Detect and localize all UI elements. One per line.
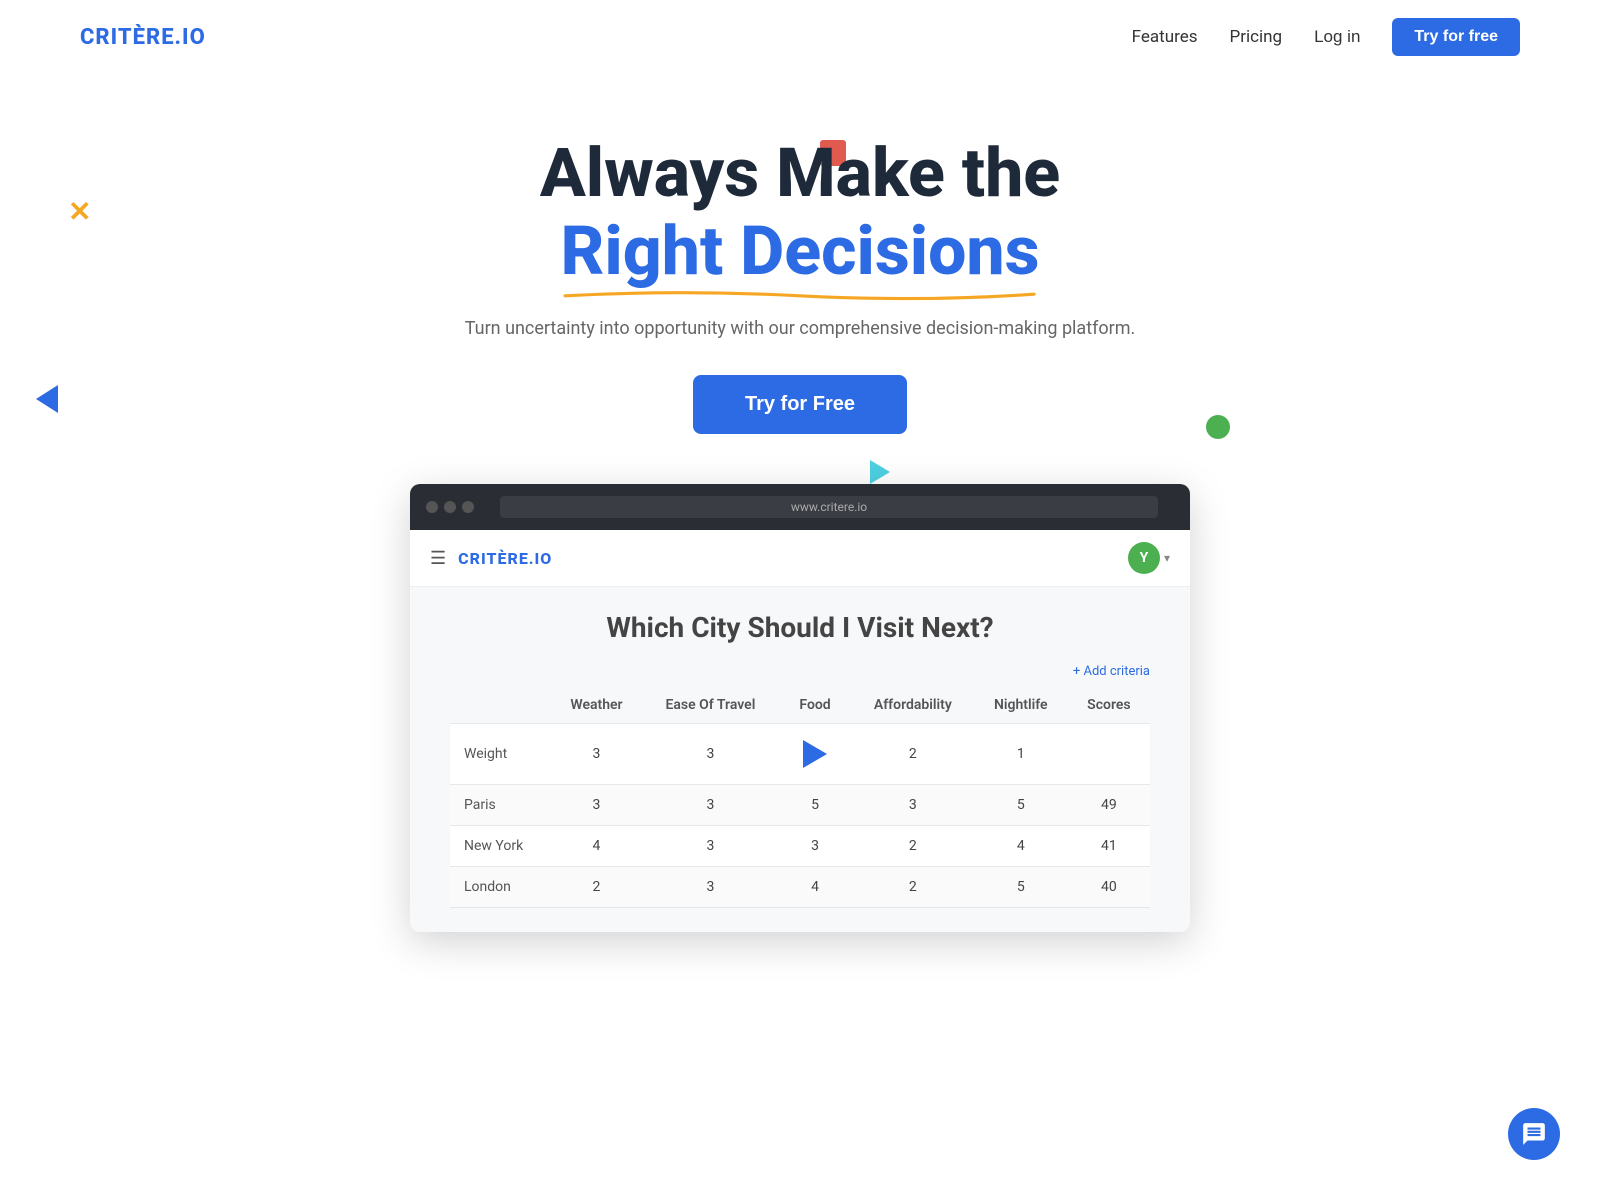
col-header-label	[450, 687, 550, 724]
browser-dot-2	[444, 501, 456, 513]
row-cell: 49	[1068, 785, 1150, 826]
chat-support-button[interactable]	[1508, 1108, 1560, 1160]
browser-bar: www.critere.io	[410, 484, 1190, 530]
col-header-food: Food	[778, 687, 852, 724]
row-cell: 3	[550, 724, 642, 785]
col-header-afford: Affordability	[852, 687, 974, 724]
table-row: Paris3353549	[450, 785, 1150, 826]
browser-url-bar: www.critere.io	[500, 496, 1158, 518]
row-label: Weight	[450, 724, 550, 785]
browser-dots	[426, 501, 474, 513]
hero-underline-wrap: Right Decisions	[560, 212, 1039, 290]
add-criteria-button[interactable]: + Add criteria	[450, 664, 1150, 679]
row-cell: 5	[974, 867, 1068, 908]
row-cell: 5	[974, 785, 1068, 826]
row-cell: 3	[643, 724, 779, 785]
app-navbar: ☰ CRITÈRE.io Y ▾	[410, 530, 1190, 587]
nav-right: Features Pricing Log in Try for free	[1132, 18, 1520, 56]
navbar: CRITÈRE.io Features Pricing Log in Try f…	[0, 0, 1600, 74]
hero-heading: Always Make the Right Decisions	[80, 134, 1520, 290]
row-cell: 3	[550, 785, 642, 826]
hero-section: Always Make the Right Decisions Turn unc…	[0, 74, 1600, 972]
underline-svg	[560, 288, 1039, 302]
play-triangle-icon	[803, 740, 827, 768]
row-cell: 2	[852, 724, 974, 785]
play-button[interactable]	[797, 736, 833, 772]
chat-icon	[1521, 1121, 1547, 1147]
row-cell	[778, 724, 852, 785]
browser-mockup: www.critere.io ☰ CRITÈRE.io Y ▾ Which Ci…	[410, 484, 1190, 932]
row-cell: 3	[643, 826, 779, 867]
hero-subtitle: Turn uncertainty into opportunity with o…	[80, 318, 1520, 339]
hero-heading-line2-text: Right Decisions	[560, 211, 1039, 291]
table-row: London2342540	[450, 867, 1150, 908]
row-cell: 5	[778, 785, 852, 826]
hero-cta-button[interactable]: Try for Free	[693, 375, 907, 434]
browser-url-text: www.critere.io	[791, 500, 867, 514]
nav-try-free-button[interactable]: Try for free	[1392, 18, 1520, 56]
app-avatar[interactable]: Y	[1128, 542, 1160, 574]
app-logo: CRITÈRE.io	[458, 549, 552, 568]
row-cell: 3	[852, 785, 974, 826]
col-header-weather: Weather	[550, 687, 642, 724]
row-label: London	[450, 867, 550, 908]
row-cell: 41	[1068, 826, 1150, 867]
row-cell: 2	[852, 826, 974, 867]
table-row: Weight3321	[450, 724, 1150, 785]
col-header-scores: Scores	[1068, 687, 1150, 724]
browser-content: ☰ CRITÈRE.io Y ▾ Which City Should I Vis…	[410, 530, 1190, 932]
row-cell: 3	[643, 785, 779, 826]
row-cell: 4	[550, 826, 642, 867]
row-cell: 2	[852, 867, 974, 908]
hero-heading-line2: Right Decisions	[560, 211, 1039, 291]
browser-dot-3	[462, 501, 474, 513]
nav-pricing-link[interactable]: Pricing	[1229, 27, 1282, 47]
row-cell	[1068, 724, 1150, 785]
hero-heading-line1: Always Make the	[540, 133, 1060, 213]
browser-dot-1	[426, 501, 438, 513]
table-header-row: Weather Ease Of Travel Food Affordabilit…	[450, 687, 1150, 724]
row-cell: 4	[778, 867, 852, 908]
row-label: Paris	[450, 785, 550, 826]
app-body: Which City Should I Visit Next? + Add cr…	[410, 587, 1190, 932]
row-cell: 1	[974, 724, 1068, 785]
row-cell: 2	[550, 867, 642, 908]
row-cell: 4	[974, 826, 1068, 867]
app-menu-icon[interactable]: ☰	[430, 548, 446, 569]
col-header-nightlife: Nightlife	[974, 687, 1068, 724]
table-row: New York4332441	[450, 826, 1150, 867]
row-cell: 3	[643, 867, 779, 908]
row-label: New York	[450, 826, 550, 867]
app-decision-title: Which City Should I Visit Next?	[450, 611, 1150, 644]
col-header-ease: Ease Of Travel	[643, 687, 779, 724]
logo-text: CRITÈRE.io	[80, 25, 206, 50]
nav-features-link[interactable]: Features	[1132, 27, 1198, 47]
chevron-down-icon: ▾	[1164, 551, 1170, 565]
logo: CRITÈRE.io	[80, 25, 206, 50]
row-cell: 40	[1068, 867, 1150, 908]
row-cell: 3	[778, 826, 852, 867]
criteria-table: Weather Ease Of Travel Food Affordabilit…	[450, 687, 1150, 908]
login-button[interactable]: Log in	[1314, 27, 1360, 47]
app-avatar-wrap: Y ▾	[1128, 542, 1170, 574]
